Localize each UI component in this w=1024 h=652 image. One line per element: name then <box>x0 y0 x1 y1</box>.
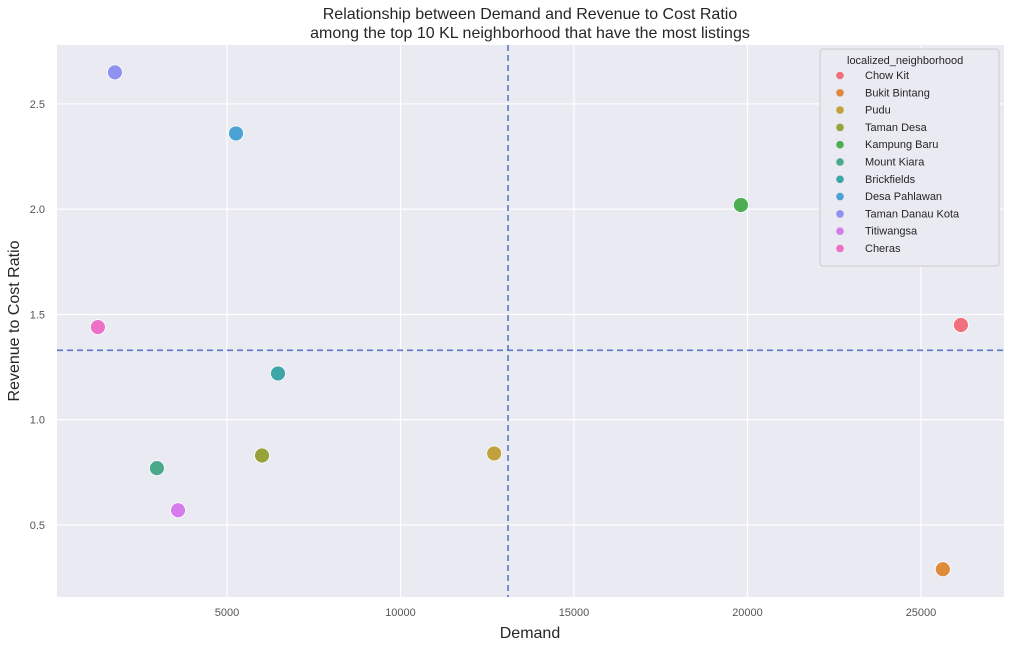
legend-title: localized_neighborhood <box>847 55 963 67</box>
legend-label-taman-desa: Taman Desa <box>865 122 928 134</box>
y-tick-label: 2.0 <box>30 204 45 216</box>
y-tick-label: 1.0 <box>30 415 45 427</box>
legend-marker-chow-kit <box>836 71 844 80</box>
y-axis-label: Revenue to Cost Ratio <box>6 240 23 401</box>
legend-marker-cheras <box>836 244 844 253</box>
legend-label-bukit-bintang: Bukit Bintang <box>865 87 930 99</box>
chart-title-line-2: among the top 10 KL neighborhood that ha… <box>310 25 750 42</box>
data-point-taman-danau-kota <box>107 64 123 81</box>
x-tick-label: 25000 <box>906 607 937 619</box>
legend-marker-titiwangsa <box>836 227 844 235</box>
x-tick-label: 20000 <box>732 607 763 619</box>
data-point-pudu <box>486 445 503 462</box>
scatter-chart: Relationship between Demand and Revenue … <box>6 6 1004 642</box>
x-axis-label: Demand <box>500 625 560 642</box>
data-point-cheras <box>90 319 106 336</box>
y-tick-label: 2.5 <box>30 99 45 111</box>
legend-marker-mount-kiara <box>836 158 844 166</box>
legend-label-brickfields: Brickfields <box>865 174 916 186</box>
data-point-kampung-baru <box>733 197 749 213</box>
legend-label-chow-kit: Chow Kit <box>865 70 909 82</box>
x-tick-label: 15000 <box>559 607 590 619</box>
legend-label-pudu: Pudu <box>865 105 891 117</box>
legend-marker-pudu <box>836 106 844 114</box>
legend-marker-desa-pahlawan <box>836 192 844 201</box>
x-tick-label: 5000 <box>215 607 239 619</box>
data-point-taman-desa <box>254 447 270 464</box>
legend-label-titiwangsa: Titiwangsa <box>865 226 918 238</box>
legend-marker-taman-danau-kota <box>836 210 844 218</box>
legend-marker-taman-desa <box>836 123 844 132</box>
legend-label-mount-kiara: Mount Kiara <box>865 157 925 169</box>
legend: localized_neighborhood Chow Kit Bukit Bint… <box>819 48 1000 267</box>
legend-marker-brickfields <box>836 175 844 184</box>
data-point-mount-kiara <box>149 460 165 477</box>
legend-marker-bukit-bintang <box>836 89 844 97</box>
data-point-bukit-bintang <box>934 561 951 578</box>
data-point-titiwangsa <box>170 502 186 519</box>
y-tick-label: 1.5 <box>30 309 45 321</box>
x-tick-label: 10000 <box>385 607 416 619</box>
legend-label-desa-pahlawan: Desa Pahlawan <box>865 191 942 203</box>
data-point-desa-pahlawan <box>228 125 244 142</box>
y-tick-labels: 0.5 1.0 1.5 2.0 2.5 <box>30 99 45 532</box>
chart-title-line-1: Relationship between Demand and Revenue … <box>323 6 738 23</box>
x-tick-labels: 5000 10000 15000 20000 25000 <box>215 607 937 619</box>
data-point-brickfields <box>270 365 286 382</box>
legend-label-taman-danau-kota: Taman Danau Kota <box>865 208 960 220</box>
legend-label-cheras: Cheras <box>865 243 901 255</box>
data-point-chow-kit <box>953 317 969 333</box>
legend-label-kampung-baru: Kampung Baru <box>865 139 938 151</box>
y-tick-label: 0.5 <box>30 520 45 532</box>
legend-marker-kampung-baru <box>836 140 844 149</box>
